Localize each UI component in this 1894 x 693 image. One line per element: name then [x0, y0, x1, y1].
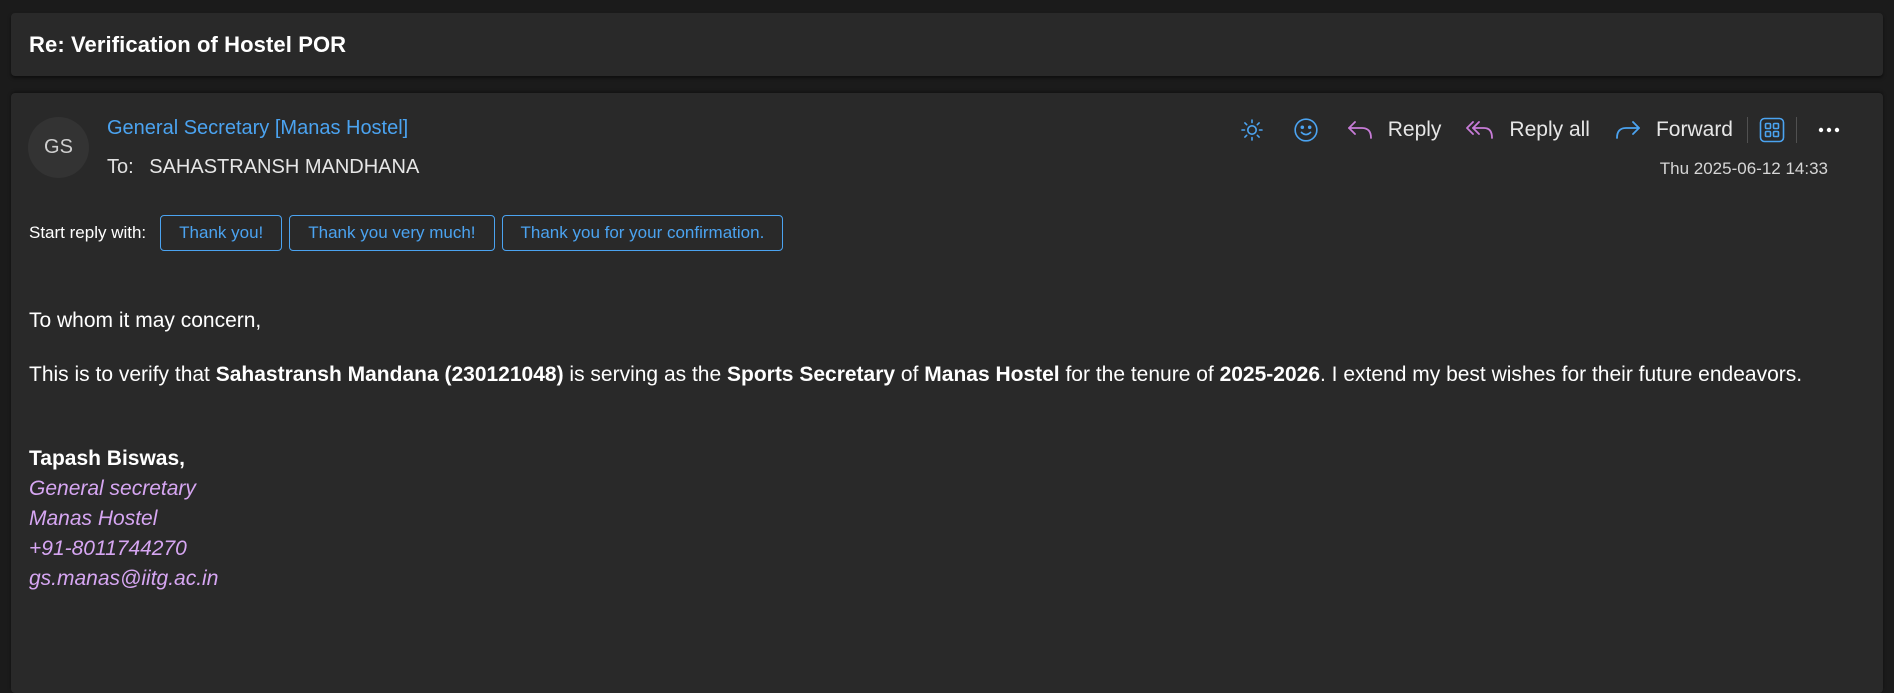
- body-text: is serving as the: [563, 363, 727, 386]
- brightness-button[interactable]: [1234, 113, 1270, 147]
- sender-name[interactable]: General Secretary [Manas Hostel]: [107, 117, 408, 140]
- body-text: This is to verify that: [29, 363, 216, 386]
- quick-reply-chip[interactable]: Thank you very much!: [289, 215, 495, 251]
- signature-org: Manas Hostel: [29, 507, 158, 530]
- reply-all-button[interactable]: Reply all: [1465, 113, 1590, 147]
- reply-all-label: Reply all: [1509, 118, 1590, 141]
- reply-all-icon: [1466, 121, 1494, 139]
- reply-label: Reply: [1387, 118, 1442, 141]
- to-label: To:: [107, 156, 134, 178]
- recipient-name[interactable]: SAHASTRANSH MANDHANA: [149, 156, 419, 178]
- brightness-icon: [1240, 119, 1263, 141]
- position-title: Sports Secretary: [726, 363, 896, 386]
- tenure: 2025-2026: [1219, 363, 1321, 386]
- verification-paragraph: This is to verify that Sahastransh Manda…: [29, 360, 1859, 390]
- emoji-icon: [1294, 118, 1318, 142]
- apps-button[interactable]: [1754, 113, 1790, 147]
- signature: Tapash Biswas, General secretary Manas H…: [29, 444, 1859, 594]
- more-icon: [1818, 127, 1840, 133]
- subject-bar: Re: Verification of Hostel POR: [11, 13, 1883, 76]
- apps-icon: [1759, 117, 1785, 143]
- forward-icon: [1616, 121, 1640, 139]
- hostel-name: Manas Hostel: [924, 363, 1060, 386]
- more-options-button[interactable]: [1811, 113, 1847, 147]
- recipient-line: To: SAHASTRANSH MANDHANA: [107, 156, 419, 179]
- signature-email[interactable]: gs.manas@iitg.ac.in: [29, 564, 1859, 594]
- quick-reply-label: Start reply with:: [29, 223, 147, 242]
- message-card: GS General Secretary [Manas Hostel] To: …: [11, 93, 1883, 693]
- signature-title: General secretary: [29, 477, 196, 500]
- emoji-button[interactable]: [1288, 113, 1324, 147]
- signature-phone[interactable]: +91-8011744270: [29, 534, 1859, 564]
- greeting: To whom it may concern,: [29, 309, 262, 332]
- quick-reply-chip[interactable]: Thank you!: [160, 215, 283, 251]
- quick-reply-bar: Start reply with: Thank you! Thank you v…: [29, 215, 790, 251]
- reply-button[interactable]: Reply: [1346, 113, 1442, 147]
- message-date: Thu 2025-06-12 14:33: [1659, 159, 1828, 178]
- student-name: Sahastransh Mandana (230121048): [215, 363, 564, 386]
- avatar[interactable]: GS: [28, 117, 89, 178]
- message-actions: Reply Reply all Forward: [1234, 113, 1847, 147]
- reply-icon: [1347, 121, 1372, 139]
- body-text: of: [895, 363, 925, 386]
- toolbar-divider-2: [1796, 117, 1797, 143]
- message-body: To whom it may concern, This is to verif…: [29, 306, 1859, 594]
- body-text: . I extend my best wishes for their futu…: [1320, 363, 1803, 386]
- toolbar-divider: [1747, 117, 1748, 143]
- body-text: for the tenure of: [1059, 363, 1220, 386]
- email-subject: Re: Verification of Hostel POR: [29, 32, 347, 57]
- quick-reply-chip[interactable]: Thank you for your confirmation.: [501, 215, 784, 251]
- forward-button[interactable]: Forward: [1614, 113, 1733, 147]
- signature-name: Tapash Biswas,: [29, 447, 186, 470]
- forward-label: Forward: [1655, 118, 1733, 141]
